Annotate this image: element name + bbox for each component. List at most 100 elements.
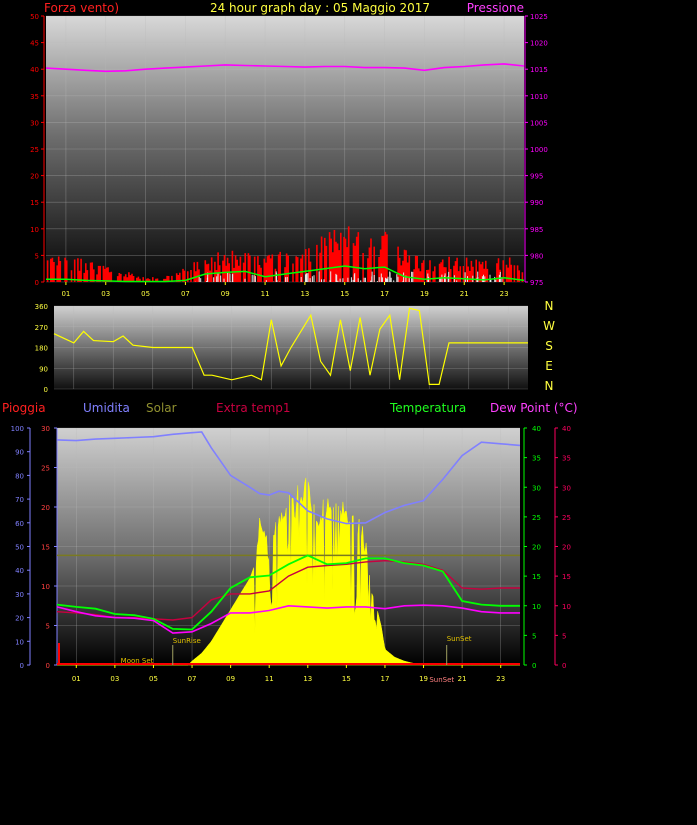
hour-label: 01: [61, 290, 70, 298]
pressure-tick-label: 1015: [530, 66, 548, 74]
compass-label: N: [545, 379, 554, 393]
hour-label: 21: [460, 290, 469, 298]
pressure-tick-label: 1000: [530, 146, 548, 154]
left-axis-title: Forza vento): [44, 1, 119, 15]
hour-label: 23: [500, 290, 509, 298]
hour-label: 09: [226, 675, 235, 683]
legend-rain: Pioggia: [2, 401, 46, 415]
legend-humidity: Umidita: [83, 401, 130, 415]
panel1-hour-axis: 01 03 05 07 09 11 13 15 17 19 21 23: [61, 282, 509, 298]
pressure-tick-label: 1010: [530, 93, 548, 101]
temp-tick-label: 20: [532, 544, 541, 552]
dew-tick-label: 10: [562, 603, 571, 611]
rain-tick-label: 20: [15, 615, 24, 623]
pressure-tick-label: 1020: [530, 40, 548, 48]
humidity-tick-label: 5: [46, 623, 50, 631]
hour-label: 03: [101, 290, 110, 298]
right-axis-title: Pressione: [467, 1, 524, 15]
temp-tick-label: 15: [532, 573, 541, 581]
pressure-tick-label: 1005: [530, 119, 548, 127]
wind-tick-label: 40: [30, 66, 39, 74]
wind-tick-label: 25: [30, 146, 39, 154]
hour-label: 03: [110, 675, 119, 683]
rain-tick-label: 90: [15, 449, 24, 457]
rain-tick-label: 10: [15, 638, 24, 646]
direction-tick-label: 180: [35, 345, 48, 353]
temp-tick-label: 30: [532, 484, 541, 492]
rain-humidity-solar-temp-panel: 0102030405060708090100051015202530051015…: [11, 425, 571, 684]
wind-tick-label: 35: [30, 93, 39, 101]
legend-temperature: Temperatura: [389, 401, 466, 415]
direction-tick-label: 0: [44, 386, 48, 394]
temp-tick-label: 10: [532, 603, 541, 611]
rain-tick-label: 80: [15, 472, 24, 480]
wind-direction-panel: 090180270360 NWSEN: [35, 299, 555, 394]
humidity-tick-label: 0: [46, 662, 50, 670]
rain-tick-label: 0: [20, 662, 24, 670]
hour-label: 15: [342, 675, 351, 683]
humidity-tick-label: 10: [41, 583, 50, 591]
wind-pressure-panel: 05101520253035404550 9759809859909951000…: [30, 13, 548, 298]
hour-label: 23: [496, 675, 505, 683]
pressure-tick-label: 995: [530, 173, 543, 181]
wind-tick-label: 20: [30, 173, 39, 181]
dew-tick-label: 5: [562, 632, 566, 640]
temp-tick-label: 5: [532, 632, 536, 640]
wind-tick-label: 0: [35, 279, 39, 287]
hour-label: 13: [300, 290, 309, 298]
pressure-axis: 975 980 985 990 995 1000 1005 1010 1015 1020 1025: [524, 13, 548, 287]
pressure-tick-label: 1025: [530, 13, 548, 21]
direction-degree-axis: 0 90 180 270 360: [35, 303, 48, 394]
compass-labels: NWSEN: [543, 299, 555, 393]
rain-tick-label: 30: [15, 591, 24, 599]
compass-label: N: [545, 299, 554, 313]
dew-tick-label: 20: [562, 544, 571, 552]
hour-label: 19: [419, 675, 428, 683]
rain-tick-label: 40: [15, 567, 24, 575]
event-annotation: Moon Set: [121, 657, 154, 665]
hour-label: 19: [420, 290, 429, 298]
dew-tick-label: 40: [562, 425, 571, 433]
direction-tick-label: 90: [39, 365, 48, 373]
hour-label: 17: [380, 290, 389, 298]
temp-tick-label: 35: [532, 455, 541, 463]
hour-label: 07: [181, 290, 190, 298]
dew-tick-label: 35: [562, 455, 571, 463]
dew-tick-label: 25: [562, 514, 571, 522]
hour-label: 09: [221, 290, 230, 298]
event-annotation: SunSet: [429, 676, 454, 684]
weather-24h-graph: Forza vento) 24 hour graph day : 05 Magg…: [2, 1, 578, 684]
temp-tick-label: 25: [532, 514, 541, 522]
direction-tick-label: 270: [35, 324, 48, 332]
dew-tick-label: 0: [562, 662, 566, 670]
temp-tick-label: 40: [532, 425, 541, 433]
pressure-tick-label: 985: [530, 226, 543, 234]
hour-label: 05: [141, 290, 150, 298]
pressure-tick-label: 975: [530, 279, 543, 287]
rain-tick-label: 60: [15, 520, 24, 528]
wind-tick-label: 30: [30, 119, 39, 127]
hour-label: 17: [380, 675, 389, 683]
pressure-tick-label: 990: [530, 199, 543, 207]
wind-tick-label: 10: [30, 226, 39, 234]
event-annotation: SunRise: [173, 637, 201, 645]
humidity-tick-label: 25: [41, 465, 50, 473]
hour-label: 07: [188, 675, 197, 683]
compass-label: W: [543, 319, 555, 333]
chart-title: 24 hour graph day : 05 Maggio 2017: [210, 1, 430, 15]
hour-label: 11: [261, 290, 270, 298]
rain-tick-label: 70: [15, 496, 24, 504]
rain-tick-label: 50: [15, 544, 24, 552]
event-annotation: SunSet: [447, 635, 472, 643]
wind-speed-axis: 0 5 10 15 20 25 30 35 40 45 50: [30, 13, 45, 287]
wind-tick-label: 45: [30, 40, 39, 48]
temp-tick-label: 0: [532, 662, 536, 670]
hour-label: 15: [340, 290, 349, 298]
hour-label: 01: [72, 675, 81, 683]
hour-label: 21: [458, 675, 467, 683]
wind-tick-label: 5: [35, 252, 39, 260]
dew-tick-label: 15: [562, 573, 571, 581]
pressure-tick-label: 980: [530, 252, 543, 260]
dew-tick-label: 30: [562, 484, 571, 492]
wind-tick-label: 15: [30, 199, 39, 207]
